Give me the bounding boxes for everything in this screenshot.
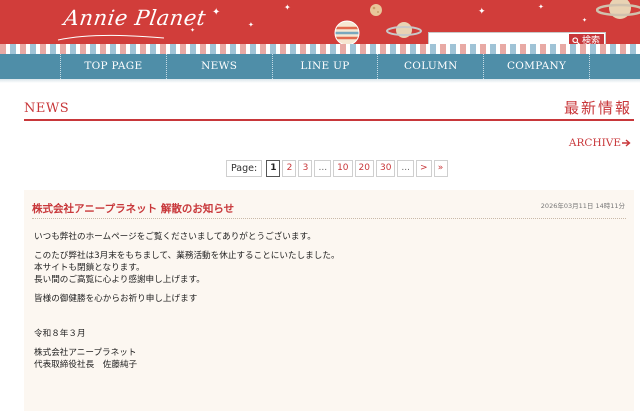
article-title[interactable]: 株式会社アニープラネット 解散のお知らせ [32,201,234,216]
page-title-jp: 最新情報 [563,99,632,117]
article-divider [32,218,626,219]
main-nav: TOP PAGE NEWS LINE UP COLUMN COMPANY [0,54,640,79]
page-ellipsis: ... [397,160,415,177]
star-icon: ✦ [538,3,544,11]
article-spacer [34,312,624,328]
nav-item-news[interactable]: NEWS [167,54,273,79]
star-icon: ✦ [478,7,486,17]
nav-items: TOP PAGE NEWS LINE UP COLUMN COMPANY [60,54,590,79]
star-icon: ✦ [248,21,254,29]
page-title: NEWS [24,101,70,116]
article-paragraph: 皆様の御健勝を心からお祈り申し上げます [34,294,198,304]
ringed-planet-large-icon [596,0,640,19]
page-next-button[interactable]: > [416,160,432,177]
archive-link[interactable]: ARCHIVE [569,137,631,149]
header-stamp-border [0,44,640,54]
page-link-20[interactable]: 20 [354,160,374,177]
article-line: 長い間のご高覧に心より感謝申し上げます。 [34,275,205,285]
article-body: いつも弊社のホームページをご覧くださいましてありがとうございます。 このたび弊社… [34,231,624,371]
article-sign-date: 令和８年３月 [34,329,86,339]
star-icon: ✦ [284,3,291,12]
article-line: このたび弊社は3月末をもちまして、業務活動を休止することにいたしました。 [34,251,340,261]
heading-divider [24,119,634,121]
article-signer: 代表取締役社長 佐藤純子 [34,360,138,370]
ringed-planet-icon [386,22,422,38]
arrow-right-icon [622,139,631,147]
moon-icon [370,4,382,16]
nav-shadow [0,79,640,83]
star-icon: ✦ [582,17,588,24]
article-line: 本サイトも閉鎖となります。 [34,263,145,273]
nav-item-company[interactable]: COMPANY [484,54,590,79]
nav-item-top-page[interactable]: TOP PAGE [61,54,167,79]
page-ellipsis: ... [314,160,332,177]
page-link-10[interactable]: 10 [333,160,353,177]
logo-swash-icon [57,34,165,41]
page-link-3[interactable]: 3 [298,160,313,177]
star-icon: ✦ [212,7,221,18]
page-link-30[interactable]: 30 [375,160,396,177]
pagination: Page: 1 2 3 ... 10 20 30 ... > » [226,160,448,177]
article-date: 2026年03月11日 14時11分 [540,202,625,210]
page-link-2[interactable]: 2 [282,160,297,177]
page-current: 1 [266,160,281,177]
nav-item-line-up[interactable]: LINE UP [273,54,379,79]
archive-link-label: ARCHIVE [568,137,621,149]
article-company: 株式会社アニープラネット [34,348,137,358]
star-icon: ✦ [190,27,196,34]
pagination-label: Page: [226,160,263,177]
page-last-button[interactable]: » [433,160,448,177]
article-paragraph: いつも弊社のホームページをご覧くださいましてありがとうございます。 [34,232,316,242]
site-logo[interactable]: Annie Planet [62,6,207,30]
news-article: 株式会社アニープラネット 解散のお知らせ 2026年03月11日 14時11分 … [24,190,634,411]
nav-item-column[interactable]: COLUMN [378,54,485,79]
article-paragraph: このたび弊社は3月末をもちまして、業務活動を休止することにいたしました。 本サイ… [34,250,624,286]
